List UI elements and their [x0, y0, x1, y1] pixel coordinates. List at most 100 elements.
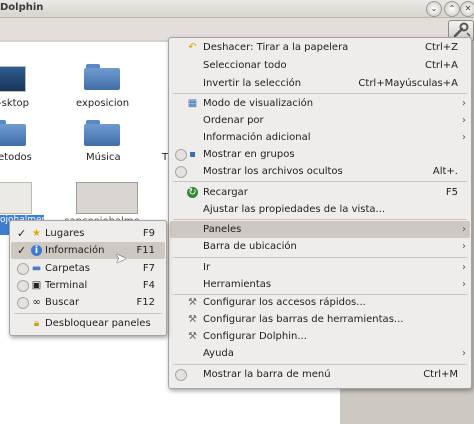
menu-item-label: Terminal: [45, 280, 88, 291]
menu-item-select-all[interactable]: Seleccionar todo Ctrl+A: [170, 57, 470, 74]
folders-icon: ▬: [31, 263, 42, 274]
chevron-right-icon: ›: [462, 348, 466, 359]
menu-item-label: Configurar las barras de herramientas...: [203, 314, 404, 325]
menu-separator: [173, 93, 467, 94]
checkbox-icon: [175, 166, 187, 178]
desktop-thumbnail[interactable]: [0, 66, 26, 92]
menu-item-location-bar[interactable]: Barra de ubicación ›: [170, 238, 470, 255]
menu-separator: [173, 219, 467, 220]
menu-item-adjust-view[interactable]: Ajustar las propiedades de la vista...: [170, 201, 470, 218]
menu-item-label: Ajustar las propiedades de la vista...: [203, 204, 386, 215]
file-label: etodos: [0, 152, 32, 163]
lock-icon: 🔒︎: [33, 318, 40, 329]
submenu-item-unlock-panels[interactable]: 🔒︎ Desbloquear paneles: [11, 315, 165, 332]
checkbox-icon: [17, 263, 29, 275]
menu-item-label: Mostrar la barra de menú: [203, 369, 331, 380]
menu-item-show-hidden[interactable]: Mostrar los archivos ocultos Alt+.: [170, 163, 470, 180]
chevron-right-icon: ›: [462, 98, 466, 109]
close-button[interactable]: ✕: [460, 1, 474, 17]
checkbox-icon: [175, 149, 187, 161]
submenu-item-terminal[interactable]: ▣ Terminal F4: [11, 277, 165, 294]
submenu-item-folders[interactable]: ▬ Carpetas F7: [11, 260, 165, 277]
menu-item-label: Ir: [203, 262, 211, 273]
menu-item-shortcut: F12: [136, 297, 155, 308]
search-icon: ∞: [32, 297, 41, 308]
window-title: Dolphin: [0, 2, 44, 13]
menu-item-label: Desbloquear paneles: [45, 318, 151, 329]
menu-item-label: Configurar Dolphin...: [203, 331, 307, 342]
menu-item-label: Ayuda: [203, 348, 234, 359]
menu-item-panels[interactable]: Paneles ›: [170, 221, 470, 238]
menu-item-tools[interactable]: Herramientas ›: [170, 276, 470, 293]
menu-separator: [173, 181, 467, 182]
submenu-item-search[interactable]: ∞ Buscar F12: [11, 294, 165, 311]
menu-item-help[interactable]: Ayuda ›: [170, 345, 470, 362]
menu-item-label: Modo de visualización: [203, 98, 314, 109]
menu-item-view-mode[interactable]: ▦ Modo de visualización ›: [170, 95, 470, 112]
control-menu: ↶ Deshacer: Tirar a la papelera Ctrl+Z S…: [168, 37, 472, 389]
submenu-item-places[interactable]: ✓ ★ Lugares F9: [11, 225, 165, 242]
menu-item-label: Invertir la selección: [203, 78, 302, 89]
menu-item-show-menubar[interactable]: Mostrar la barra de menú Ctrl+M: [170, 366, 470, 383]
menu-item-configure-toolbars[interactable]: ⚒ Configurar las barras de herramientas.…: [170, 311, 470, 328]
folder-icon[interactable]: [84, 64, 120, 90]
folder-icon[interactable]: [84, 120, 120, 146]
places-icon: ★: [32, 228, 41, 239]
menu-separator: [14, 313, 162, 314]
checkbox-icon: [17, 297, 29, 309]
menu-item-shortcut: Ctrl+Mayúsculas+A: [358, 78, 458, 89]
menu-item-shortcut: Ctrl+M: [423, 369, 458, 380]
menu-item-shortcut: Alt+.: [432, 166, 458, 177]
checkbox-icon: [175, 369, 187, 381]
checkmark-icon: ✓: [17, 227, 27, 240]
folder-icon[interactable]: [0, 120, 26, 146]
menu-item-invert-selection[interactable]: Invertir la selección Ctrl+Mayúsculas+A: [170, 75, 470, 92]
menu-item-sort-by[interactable]: Ordenar por ›: [170, 112, 470, 129]
menu-item-label: Barra de ubicación: [203, 241, 297, 252]
menu-item-shortcut: Ctrl+Z: [424, 42, 458, 53]
menu-item-label: Información: [45, 245, 105, 256]
minimize-button[interactable]: ⌄: [426, 1, 442, 17]
reload-icon: ↻: [187, 187, 198, 198]
menu-item-shortcut: F9: [142, 228, 155, 239]
menu-item-label: Carpetas: [45, 263, 90, 274]
menu-item-additional-info[interactable]: Información adicional ›: [170, 129, 470, 146]
menu-item-undo[interactable]: ↶ Deshacer: Tirar a la papelera Ctrl+Z: [170, 39, 470, 56]
groups-icon: ▪: [189, 149, 196, 160]
menu-item-label: Lugares: [45, 228, 85, 239]
chevron-right-icon: ›: [462, 262, 466, 273]
menu-item-label: Configurar los accesos rápidos...: [203, 297, 366, 308]
menu-item-go[interactable]: Ir ›: [170, 259, 470, 276]
chevron-right-icon: ›: [462, 115, 466, 126]
menu-separator: [173, 364, 467, 365]
file-label: Música: [86, 152, 121, 163]
image-thumbnail[interactable]: [76, 182, 138, 214]
menu-item-label: Buscar: [45, 297, 80, 308]
menu-item-label: Mostrar los archivos ocultos: [203, 166, 343, 177]
submenu-item-information[interactable]: ✓ i Información F11: [11, 242, 165, 259]
maximize-button[interactable]: ⌃: [444, 1, 460, 17]
menu-item-label: Deshacer: Tirar a la papelera: [203, 42, 349, 53]
menu-item-shortcut: F11: [136, 245, 155, 256]
info-icon: i: [31, 245, 42, 256]
menu-item-label: Ordenar por: [203, 115, 264, 126]
menu-item-label: Herramientas: [203, 279, 272, 290]
menu-item-configure-shortcuts[interactable]: ⚒ Configurar los accesos rápidos...: [170, 294, 470, 311]
menu-item-shortcut: F5: [445, 187, 458, 198]
view-mode-icon: ▦: [187, 98, 198, 109]
menu-item-shortcut: Ctrl+A: [424, 60, 458, 71]
menu-item-label: Paneles: [203, 224, 242, 235]
panels-submenu: ✓ ★ Lugares F9 ✓ i Información F11 ▬ Car…: [9, 220, 167, 336]
menu-item-shortcut: F7: [142, 263, 155, 274]
chevron-right-icon: ›: [462, 132, 466, 143]
terminal-icon: ▣: [31, 280, 42, 291]
menu-item-label: Seleccionar todo: [203, 60, 287, 71]
menu-item-show-groups[interactable]: ▪ Mostrar en grupos: [170, 146, 470, 163]
chevron-right-icon: ›: [462, 224, 466, 235]
chevron-right-icon: ›: [462, 241, 466, 252]
menu-item-label: Recargar: [203, 187, 248, 198]
menu-item-configure-dolphin[interactable]: ⚒ Configurar Dolphin...: [170, 328, 470, 345]
menu-item-reload[interactable]: ↻ Recargar F5: [170, 184, 470, 201]
image-thumbnail[interactable]: [0, 182, 32, 214]
menu-item-label: Información adicional: [203, 132, 311, 143]
